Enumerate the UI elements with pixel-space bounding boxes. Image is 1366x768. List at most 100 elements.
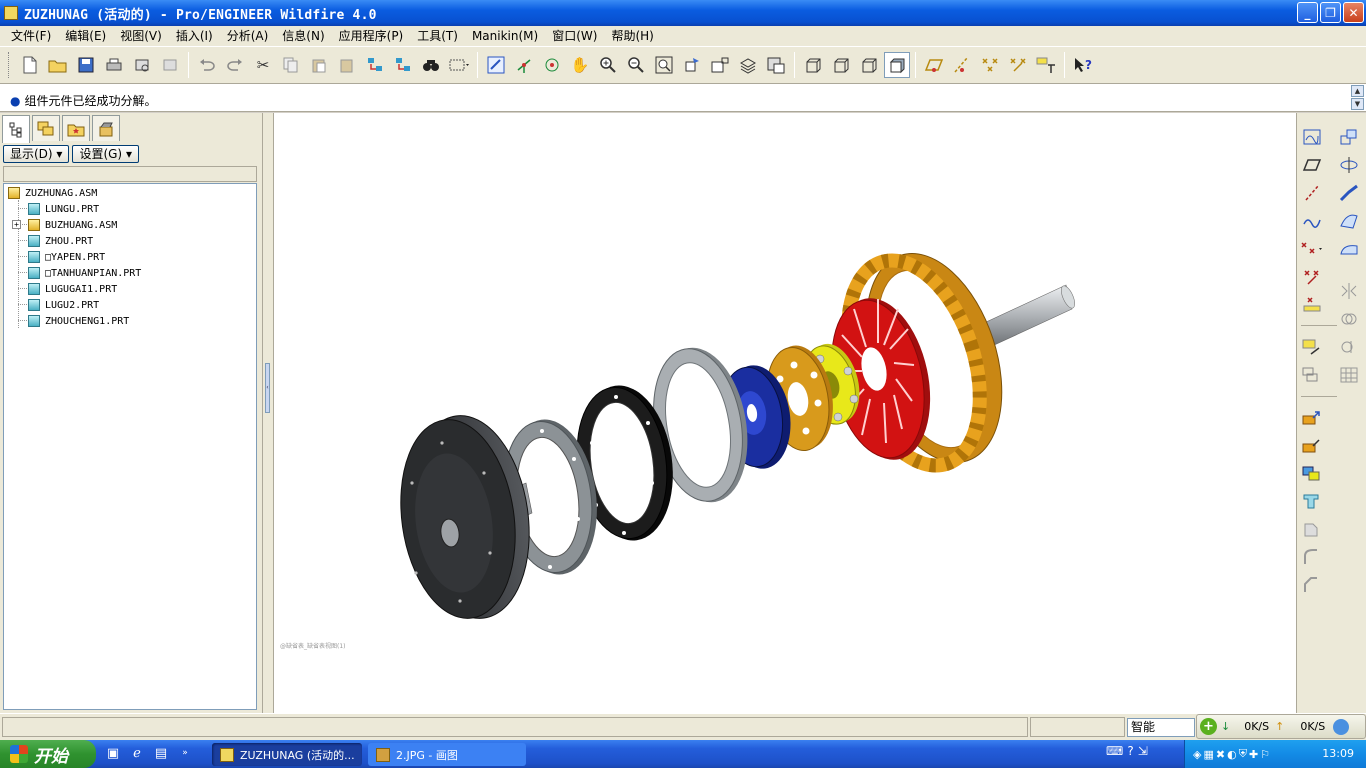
no-hidden-icon[interactable] — [856, 52, 882, 78]
tree-item[interactable]: ZHOU.PRT — [28, 233, 93, 249]
repaint-icon[interactable] — [483, 52, 509, 78]
menu-tools[interactable]: 工具(T) — [410, 26, 465, 46]
reorient-icon[interactable] — [679, 52, 705, 78]
panel-splitter[interactable]: ‹ — [262, 113, 274, 713]
new-file-icon[interactable] — [17, 52, 43, 78]
create-component-icon[interactable] — [1300, 363, 1324, 387]
menu-manikin[interactable]: Manikin(M) — [465, 26, 545, 46]
toolbar-grip[interactable] — [8, 52, 11, 78]
show-desktop-icon[interactable]: ▣ — [104, 744, 122, 762]
zoom-out-icon[interactable] — [623, 52, 649, 78]
minimize-button[interactable]: _ — [1297, 2, 1318, 23]
round-feature-icon[interactable] — [1300, 545, 1324, 569]
copy-icon[interactable] — [278, 52, 304, 78]
chamfer-feature-icon[interactable] — [1300, 573, 1324, 597]
shading-icon[interactable] — [884, 52, 910, 78]
style-tool-icon[interactable] — [1337, 237, 1361, 261]
insert-component-icon[interactable] — [1300, 405, 1324, 429]
output-shaft[interactable] — [983, 284, 1077, 348]
datum-point-tool-icon[interactable] — [1300, 237, 1324, 261]
datum-axis-tool-icon[interactable] — [1300, 181, 1324, 205]
expand-toggle-icon[interactable]: + — [12, 220, 21, 229]
paste-icon[interactable] — [306, 52, 332, 78]
datum-planes-icon[interactable] — [921, 52, 947, 78]
sketch-tool-icon[interactable] — [1300, 125, 1324, 149]
wireframe-icon[interactable] — [800, 52, 826, 78]
mirror-component-icon[interactable] — [1300, 461, 1324, 485]
media-icon[interactable]: ▤ — [152, 744, 170, 762]
hidden-line-icon[interactable] — [828, 52, 854, 78]
mail-attach-icon[interactable] — [157, 52, 183, 78]
browser-e-icon[interactable] — [1333, 718, 1350, 735]
select-box-icon[interactable] — [446, 52, 472, 78]
hole-feature-icon[interactable] — [1300, 517, 1324, 541]
offset-tool-icon[interactable] — [1337, 125, 1361, 149]
tree-item-root-assembly[interactable]: ZUZHUNAG.ASM — [8, 185, 97, 201]
paste-special-icon[interactable] — [334, 52, 360, 78]
task-proengineer[interactable]: ZUZHUNAG (活动的... — [212, 743, 362, 766]
orient-mode-icon[interactable] — [539, 52, 565, 78]
undo-icon[interactable] — [194, 52, 220, 78]
layers-icon[interactable] — [735, 52, 761, 78]
datum-points-icon[interactable] — [977, 52, 1003, 78]
settings-button[interactable]: 设置(G) ▾ — [72, 145, 139, 163]
spin-center-icon[interactable] — [511, 52, 537, 78]
tree-item[interactable]: LUGUGAI1.PRT — [28, 281, 117, 297]
shield-icon[interactable]: ⛨ — [1239, 747, 1247, 761]
tree-item[interactable]: □YAPEN.PRT — [28, 249, 105, 265]
menu-info[interactable]: 信息(N) — [275, 26, 331, 46]
accelerator-icon[interactable]: + — [1200, 718, 1217, 735]
language-options-icon[interactable]: ⇲ — [1138, 744, 1148, 758]
show-button[interactable]: 显示(D) ▾ — [3, 145, 70, 163]
find-icon[interactable] — [418, 52, 444, 78]
menu-file[interactable]: 文件(F) — [4, 26, 58, 46]
message-scrollbar[interactable]: ▲ ▼ — [1351, 85, 1364, 111]
help-icon[interactable]: ? — [1127, 744, 1133, 758]
tray-app-icon[interactable]: ◈ — [1193, 748, 1201, 761]
tab-folder-browser[interactable] — [32, 115, 60, 141]
menu-applications[interactable]: 应用程序(P) — [332, 26, 411, 46]
tab-model-tree[interactable] — [2, 115, 30, 143]
zoom-in-icon[interactable] — [595, 52, 621, 78]
scroll-down-icon[interactable]: ▼ — [1351, 98, 1364, 110]
sweep-tool-icon[interactable] — [1337, 181, 1361, 205]
task-paint[interactable]: 2.JPG - 画图 — [368, 743, 526, 766]
start-button[interactable]: 开始 — [0, 740, 96, 768]
coordinate-systems-icon[interactable] — [1005, 52, 1031, 78]
cut-out-icon[interactable] — [1300, 489, 1324, 513]
security-icon[interactable]: ✖ — [1216, 748, 1225, 761]
analysis-feature-icon[interactable] — [1300, 293, 1324, 317]
close-button[interactable]: ✕ — [1343, 2, 1364, 23]
tree-item[interactable]: □TANHUANPIAN.PRT — [28, 265, 141, 281]
view-manager-icon[interactable] — [763, 52, 789, 78]
revolve-tool-icon[interactable] — [1337, 153, 1361, 177]
tree-item[interactable]: LUGU2.PRT — [28, 297, 99, 313]
redo-icon[interactable] — [222, 52, 248, 78]
menu-insert[interactable]: 插入(I) — [169, 26, 220, 46]
assemble-component-icon[interactable] — [1300, 335, 1324, 359]
context-help-icon[interactable]: ? — [1070, 52, 1096, 78]
package-component-icon[interactable] — [1300, 433, 1324, 457]
pattern-tool-icon[interactable] — [1337, 363, 1361, 387]
regen-manager-icon[interactable] — [390, 52, 416, 78]
boundary-blend-icon[interactable] — [1337, 209, 1361, 233]
open-folder-icon[interactable] — [45, 52, 71, 78]
keyboard-icon[interactable]: ⌨ — [1106, 744, 1123, 758]
menu-help[interactable]: 帮助(H) — [604, 26, 660, 46]
print-icon[interactable] — [101, 52, 127, 78]
tree-item[interactable]: ZHOUCHENG1.PRT — [28, 313, 129, 329]
datum-axes-icon[interactable] — [949, 52, 975, 78]
network-icon[interactable]: ▦ — [1203, 748, 1213, 761]
merge-tool-icon[interactable] — [1337, 307, 1361, 331]
tab-favorites[interactable] — [62, 115, 90, 141]
tab-connections[interactable] — [92, 115, 120, 141]
maximize-button[interactable]: ❐ — [1320, 2, 1341, 23]
internet-explorer-icon[interactable]: ℯ — [128, 744, 146, 762]
antivirus-icon[interactable]: ⚐ — [1260, 748, 1270, 761]
save-icon[interactable] — [73, 52, 99, 78]
saved-views-icon[interactable] — [707, 52, 733, 78]
menu-window[interactable]: 窗口(W) — [545, 26, 604, 46]
exploded-assembly-view[interactable] — [274, 113, 1296, 713]
trim-tool-icon[interactable] — [1337, 335, 1361, 359]
collapse-panel-icon[interactable]: ‹ — [265, 363, 270, 413]
